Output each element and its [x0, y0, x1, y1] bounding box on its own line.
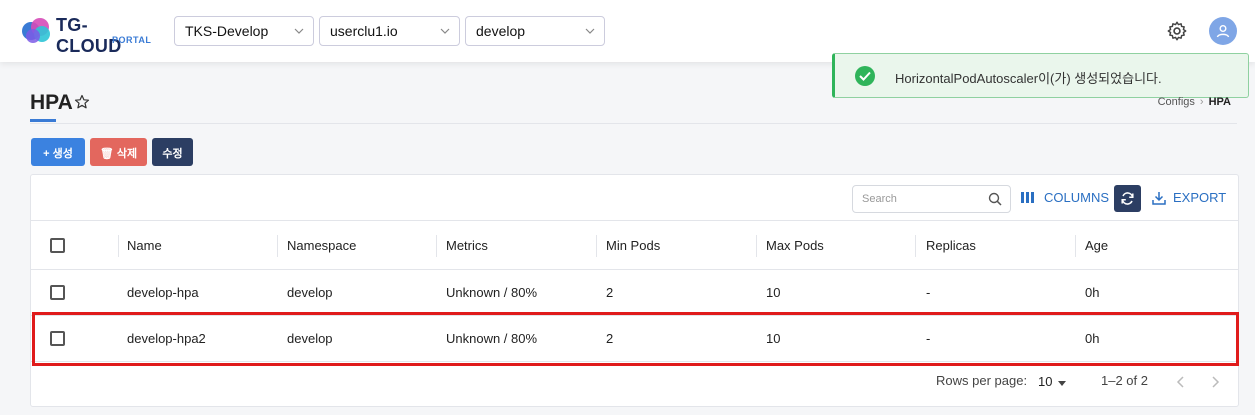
create-button-label: 생성	[52, 148, 73, 160]
cluster-select-value: TKS-Develop	[185, 23, 269, 39]
export-button[interactable]: EXPORT	[1152, 190, 1226, 205]
title-divider	[30, 123, 1237, 124]
breadcrumb-separator-icon: ›	[1199, 96, 1204, 108]
user-cluster-select[interactable]: userclu1.io	[319, 16, 460, 46]
table-header: Name Namespace Metrics Min Pods Max Pods…	[31, 220, 1238, 270]
column-header-metrics[interactable]: Metrics	[446, 238, 488, 253]
edit-button[interactable]: 수정	[152, 138, 193, 166]
columns-icon	[1021, 192, 1034, 203]
avatar[interactable]	[1209, 17, 1237, 45]
chevron-left-icon[interactable]	[1176, 376, 1186, 388]
column-header-name[interactable]: Name	[127, 238, 162, 253]
breadcrumb-current: HPA	[1208, 96, 1231, 108]
pagination-range: 1–2 of 2	[1101, 373, 1148, 388]
columns-label: COLUMNS	[1044, 190, 1110, 205]
refresh-button[interactable]	[1114, 185, 1141, 212]
cell-namespace: develop	[287, 285, 333, 300]
namespace-select-value: develop	[476, 23, 526, 39]
logo-subtitle: PORTAL	[112, 35, 152, 45]
user-icon	[1216, 25, 1230, 38]
delete-button-label: 삭제	[116, 148, 138, 160]
column-divider	[1075, 235, 1076, 257]
rows-per-page-label: Rows per page:	[936, 373, 1028, 388]
logo[interactable]: TG-CLOUD PORTAL	[20, 12, 152, 56]
column-header-replicas[interactable]: Replicas	[926, 238, 976, 253]
namespace-select[interactable]: develop	[465, 16, 605, 46]
column-divider	[277, 235, 278, 257]
table-row[interactable]: develop-hpa develop Unknown / 80% 2 10 -…	[31, 270, 1238, 316]
export-label: EXPORT	[1173, 190, 1227, 205]
download-icon	[1152, 192, 1166, 205]
cloud-logo-icon	[22, 18, 50, 43]
toast-message: HorizontalPodAutoscaler이(가) 생성되었습니다.	[895, 71, 1162, 86]
star-icon[interactable]	[74, 94, 90, 110]
column-divider	[118, 235, 119, 257]
search-icon	[988, 192, 1002, 206]
plus-icon: +	[43, 148, 53, 160]
success-toast[interactable]: HorizontalPodAutoscaler이(가) 생성되었습니다.	[832, 53, 1249, 98]
title-underline	[30, 119, 56, 122]
breadcrumb-parent[interactable]: Configs	[1158, 96, 1195, 108]
cell-replicas: -	[926, 285, 931, 300]
rows-per-page-select[interactable]: 10	[1038, 374, 1052, 389]
column-divider	[915, 235, 916, 257]
column-divider	[436, 235, 437, 257]
chevron-down-icon	[440, 28, 450, 34]
column-divider	[596, 235, 597, 257]
cell-name[interactable]: develop-hpa	[127, 285, 199, 300]
column-divider	[756, 235, 757, 257]
caret-down-icon[interactable]	[1058, 381, 1066, 386]
gear-icon[interactable]	[1166, 20, 1188, 42]
columns-button[interactable]: COLUMNS	[1021, 190, 1109, 205]
search-input[interactable]: Search	[852, 185, 1011, 213]
check-circle-icon	[855, 66, 875, 86]
cluster-select[interactable]: TKS-Develop	[174, 16, 314, 46]
column-header-namespace[interactable]: Namespace	[287, 238, 356, 253]
column-header-max-pods[interactable]: Max Pods	[766, 238, 824, 253]
cell-min-pods: 2	[606, 285, 614, 300]
page-title: HPA	[30, 91, 73, 114]
row-highlight-box	[32, 312, 1239, 366]
select-all-checkbox[interactable]	[50, 238, 65, 253]
chevron-down-icon	[585, 28, 595, 34]
row-checkbox[interactable]	[50, 285, 65, 300]
delete-button[interactable]: 🗑 삭제	[90, 138, 147, 166]
cell-metrics: Unknown / 80%	[446, 285, 538, 300]
create-button[interactable]: + 생성	[31, 138, 85, 166]
search-placeholder: Search	[862, 193, 897, 205]
cell-age: 0h	[1085, 285, 1100, 300]
chevron-down-icon	[294, 28, 304, 34]
chevron-right-icon[interactable]	[1210, 376, 1220, 388]
breadcrumb: Configs › HPA	[1158, 96, 1231, 108]
column-header-min-pods[interactable]: Min Pods	[606, 238, 660, 253]
cell-max-pods: 10	[766, 285, 781, 300]
trash-icon: 🗑	[99, 148, 117, 160]
column-header-age[interactable]: Age	[1085, 238, 1108, 253]
user-cluster-select-value: userclu1.io	[330, 23, 398, 39]
edit-button-label: 수정	[162, 148, 183, 160]
refresh-icon	[1121, 192, 1134, 205]
hpa-table-card: Search COLUMNS EXPORT Name Namespace Met…	[30, 174, 1239, 407]
